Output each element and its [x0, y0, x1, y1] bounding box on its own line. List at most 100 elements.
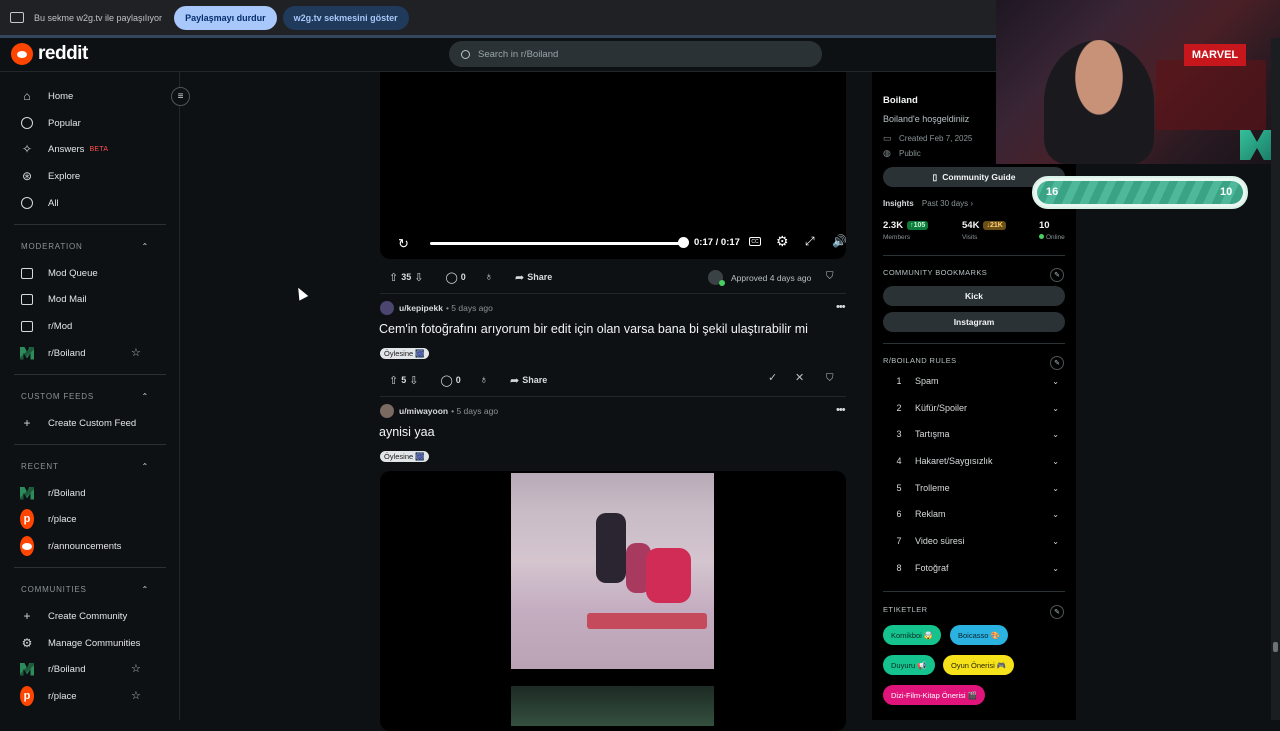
rule-item[interactable]: 7 Video süresi ⌄ [883, 528, 1065, 554]
captions-icon[interactable]: CC [749, 237, 761, 246]
rule-number: 5 [896, 483, 902, 493]
post-age: 5 days ago [451, 303, 493, 313]
show-tab-button[interactable]: w2g.tv sekmesini göster [282, 5, 409, 30]
tag-chip[interactable]: Oyun Önerisi 🎮 [943, 655, 1015, 675]
tag-chip[interactable]: Komikboi 🤯 [883, 625, 942, 645]
sidebar-item-answers[interactable]: ✧ Answers BETA [20, 138, 108, 160]
favorite-star-icon[interactable]: ☆ [131, 346, 141, 359]
community-item-r-place[interactable]: p r/place [20, 685, 77, 707]
community-item-r-boiland[interactable]: r/Boiland [20, 658, 86, 680]
reddit-snoo-icon [11, 43, 33, 65]
screen-share-icon [10, 12, 24, 23]
sidebar-item-r-mod[interactable]: r/Mod [20, 315, 72, 337]
bookmark-kick-button[interactable]: Kick [883, 286, 1065, 306]
moderation-section-header[interactable]: MODERATION ⌃ [21, 242, 149, 251]
user-avatar[interactable] [380, 404, 394, 418]
post-title[interactable]: Cem'in fotoğrafını arıyorum bir edit içi… [379, 322, 808, 336]
edit-tags-icon[interactable]: ✎ [1050, 605, 1064, 619]
page-scrollbar[interactable] [1271, 38, 1280, 720]
tag-chip[interactable]: Boicasso 🎨 [950, 625, 1008, 645]
tag-chip[interactable]: Duyuru 📢 [883, 655, 935, 675]
rule-number: 4 [896, 456, 902, 466]
sidebar-item-explore[interactable]: ⊛ Explore [20, 165, 80, 187]
sidebar-item-r-boiland[interactable]: r/Boiland [20, 342, 86, 364]
bookmark-instagram-button[interactable]: Instagram [883, 312, 1065, 332]
post-separator [380, 396, 846, 397]
award-button[interactable]: ♁ [476, 266, 502, 288]
settings-gear-icon[interactable]: ⚙ [776, 233, 789, 250]
custom-feeds-section-header[interactable]: CUSTOM FEEDS ⌃ [21, 392, 149, 401]
sidebar-item-mod-queue[interactable]: Mod Queue [20, 262, 98, 284]
post-author[interactable]: u/kepipekk [399, 303, 443, 313]
sidebar-item-all[interactable]: All [20, 192, 59, 214]
create-custom-feed-button[interactable]: + Create Custom Feed [20, 412, 136, 434]
edit-bookmarks-icon[interactable]: ✎ [1050, 268, 1064, 282]
sidebar-item-home[interactable]: ⌂ Home [20, 85, 73, 107]
video-player[interactable]: ↻ 0:17 / 0:17 CC ⚙ ⤢ 🔊 [380, 72, 847, 259]
rule-item[interactable]: 3 Tartışma ⌄ [883, 421, 1065, 447]
upvote-icon[interactable]: ⇧ [389, 271, 398, 284]
rule-number: 6 [896, 509, 902, 519]
rule-item[interactable]: 6 Reklam ⌄ [883, 501, 1065, 527]
mod-shield-icon[interactable]: ⛉ [826, 373, 834, 384]
rule-item[interactable]: 8 Fotoğraf ⌄ [883, 555, 1065, 581]
chevron-up-icon: ⌃ [141, 462, 149, 471]
video-progress-bar[interactable] [430, 242, 682, 245]
collapse-sidebar-button[interactable]: ≡ [171, 87, 190, 106]
remove-x-icon[interactable]: ✕ [795, 371, 804, 384]
media-image[interactable] [511, 473, 714, 669]
share-button[interactable]: ➦ Share [501, 369, 553, 391]
search-bar[interactable]: Search in r/Boiland [449, 41, 822, 67]
sidebar-divider [14, 224, 166, 225]
menu-icon: ≡ [177, 91, 184, 102]
mail-icon [20, 292, 34, 306]
downvote-icon[interactable]: ⇩ [409, 374, 418, 387]
comments-button[interactable]: ◯ 0 [431, 369, 466, 391]
upvote-icon[interactable]: ⇧ [389, 374, 398, 387]
sidebar-item-popular[interactable]: Popular [20, 112, 81, 134]
user-avatar[interactable] [380, 301, 394, 315]
post-author[interactable]: u/miwayoon [399, 406, 448, 416]
stop-sharing-button[interactable]: Paylaşmayı durdur [174, 5, 277, 30]
approve-check-icon[interactable]: ✓ [768, 371, 777, 384]
media-image[interactable] [511, 686, 714, 726]
insights-header[interactable]: Insights Past 30 days › [883, 199, 973, 208]
downvote-icon[interactable]: ⇩ [414, 271, 423, 284]
fullscreen-icon[interactable]: ⤢ [805, 234, 815, 249]
favorite-star-icon[interactable]: ☆ [131, 689, 141, 702]
post-title[interactable]: aynisi yaa [379, 425, 435, 439]
rule-number: 2 [896, 403, 902, 413]
recent-item-r-boiland[interactable]: r/Boiland [20, 482, 86, 504]
more-options-icon[interactable]: ••• [836, 404, 846, 416]
rule-item[interactable]: 5 Trolleme ⌄ [883, 475, 1065, 501]
visibility: ◍ Public [883, 148, 921, 158]
reddit-logo[interactable]: reddit [11, 43, 88, 65]
manage-communities-button[interactable]: ⚙ Manage Communities [20, 632, 141, 654]
rule-item[interactable]: 2 Küfür/Spoiler ⌄ [883, 395, 1065, 421]
all-icon [20, 196, 34, 210]
award-button[interactable]: ♁ [471, 369, 497, 391]
create-community-button[interactable]: + Create Community [20, 605, 127, 627]
rule-item[interactable]: 4 Hakaret/Saygısızlık ⌄ [883, 448, 1065, 474]
sidebar-item-label: r/Boiland [48, 487, 86, 499]
share-button[interactable]: ➦ Share [506, 266, 558, 288]
r-mod-icon [20, 319, 34, 333]
mod-shield-icon[interactable]: ⛉ [826, 271, 834, 282]
post-flair[interactable]: Öylesine 🎆 [380, 348, 429, 359]
volume-icon[interactable]: 🔊 [832, 234, 847, 248]
search-input[interactable]: Search in r/Boiland [478, 49, 558, 60]
recent-item-r-place[interactable]: p r/place [20, 508, 77, 530]
scrollbar-thumb[interactable] [1273, 642, 1278, 652]
more-options-icon[interactable]: ••• [836, 301, 846, 313]
sidebar-item-mod-mail[interactable]: Mod Mail [20, 288, 87, 310]
comments-button[interactable]: ◯ 0 [436, 266, 471, 288]
communities-section-header[interactable]: COMMUNITIES ⌃ [21, 585, 149, 594]
tag-chip[interactable]: Dizi-Film-Kitap Önerisi 🎬 [883, 685, 986, 705]
video-scrubber-handle[interactable] [678, 237, 689, 248]
recent-section-header[interactable]: RECENT ⌃ [21, 462, 149, 471]
post-flair[interactable]: Öylesine 🎆 [380, 451, 429, 462]
replay-icon[interactable]: ↻ [398, 236, 409, 252]
recent-item-r-announcements[interactable]: r/announcements [20, 535, 121, 557]
favorite-star-icon[interactable]: ☆ [131, 662, 141, 675]
rule-item[interactable]: 1 Spam ⌄ [883, 368, 1065, 394]
